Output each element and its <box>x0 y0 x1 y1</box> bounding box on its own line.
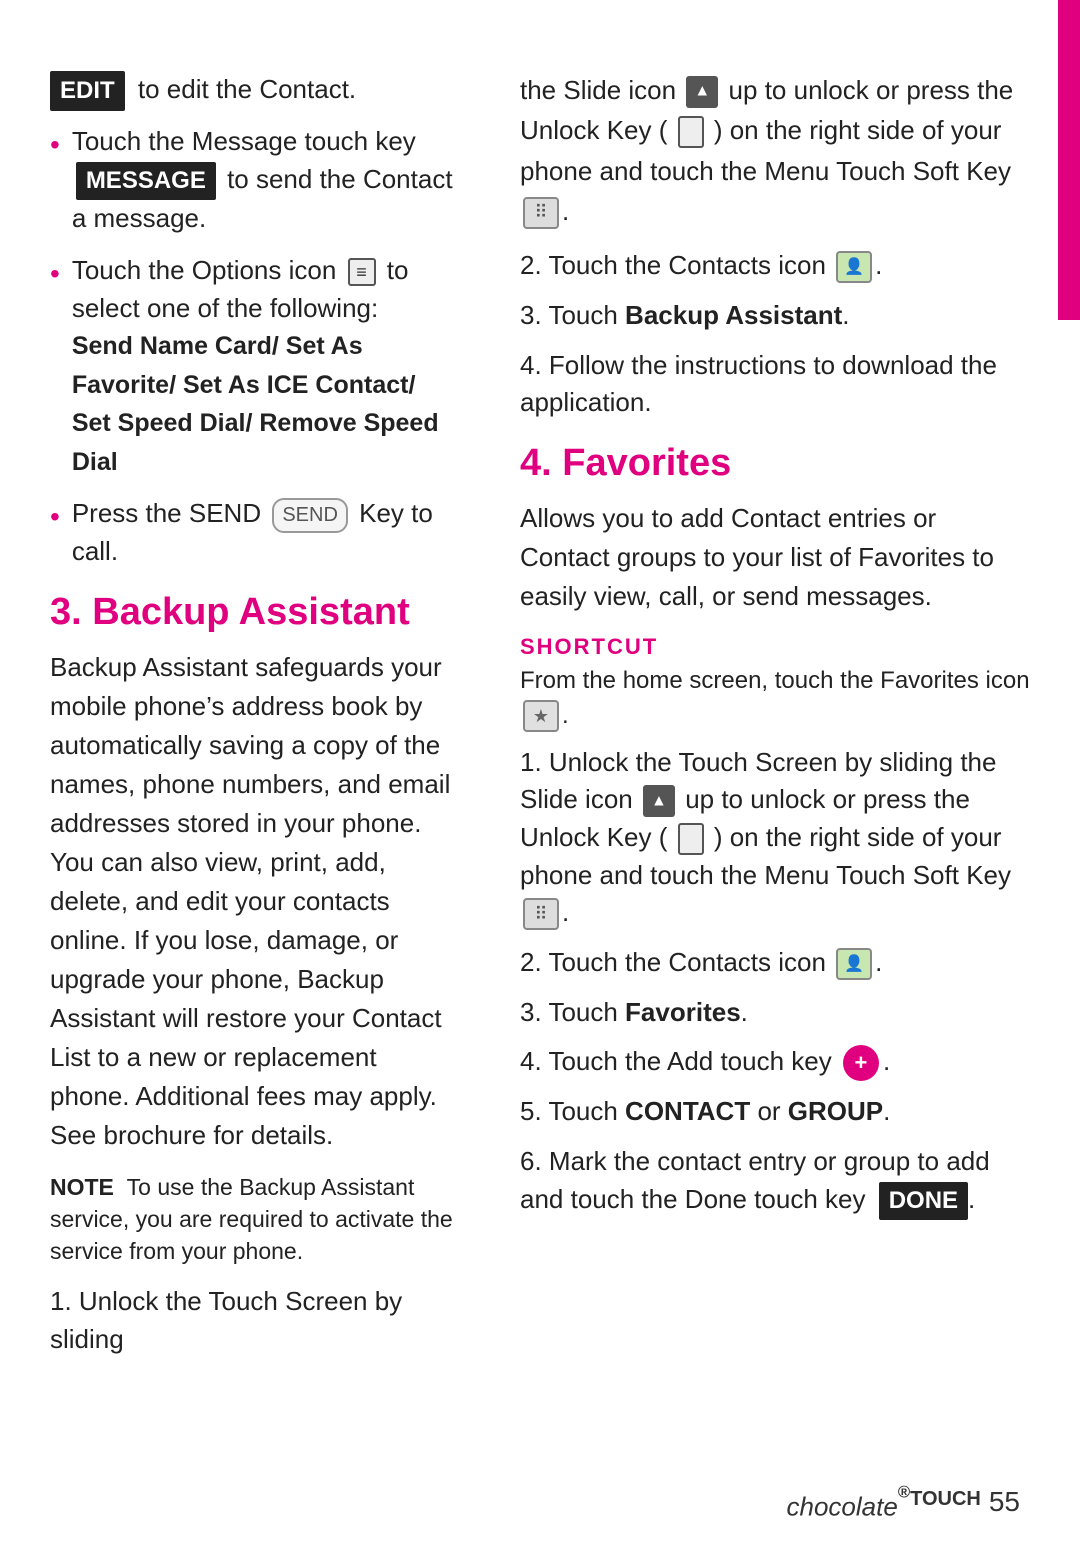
section3-body: Backup Assistant safeguards your mobile … <box>50 648 460 1155</box>
num-list-item: 3. Touch Favorites. <box>520 994 1030 1032</box>
step4-text: 4. Follow the instructions to download t… <box>520 347 1030 422</box>
send-bullet-text: Press the SEND SEND Key to call. <box>72 495 460 570</box>
note-label: NOTE <box>50 1174 114 1200</box>
num-list-item: 2. Touch the Contacts icon . <box>520 247 1030 285</box>
fav-step2-text: 2. Touch the Contacts icon . <box>520 944 1030 982</box>
edit-badge: EDIT <box>50 71 125 111</box>
group-bold: GROUP <box>788 1096 883 1126</box>
fav-step6-text: 6. Mark the contact entry or group to ad… <box>520 1143 1030 1220</box>
send-icon: SEND <box>272 498 348 533</box>
fav-step1-text: 1. Unlock the Touch Screen by sliding th… <box>520 744 1030 932</box>
left-column: EDIT to edit the Contact. • Touch the Me… <box>0 40 490 1401</box>
bullet-dot: • <box>50 125 60 166</box>
section4-body: Allows you to add Contact entries or Con… <box>520 499 1030 616</box>
step1-period: . <box>562 196 569 226</box>
page-number: 55 <box>989 1486 1020 1518</box>
favorites-icon <box>523 700 559 732</box>
edit-suffix: to edit the Contact. <box>131 74 356 104</box>
num-list-item: 3. Touch Backup Assistant. <box>520 297 1030 335</box>
favorites-bold: Favorites <box>625 997 741 1027</box>
shortcut-heading: SHORTCUT <box>520 634 1030 660</box>
page-container: EDIT to edit the Contact. • Touch the Me… <box>0 0 1080 1552</box>
contact-bold: CONTACT <box>625 1096 750 1126</box>
message-badge: MESSAGE <box>76 162 216 201</box>
bullet-dot: • <box>50 254 60 295</box>
unlock-key-icon-fav <box>678 823 704 855</box>
num-list-item: 5. Touch CONTACT or GROUP. <box>520 1093 1030 1131</box>
list-item: • Touch the Options icon to select one o… <box>50 252 460 481</box>
fav-step3-text: 3. Touch Favorites. <box>520 994 1030 1032</box>
fav-step4-text: 4. Touch the Add touch key . <box>520 1043 1030 1081</box>
section3-heading: 3. Backup Assistant <box>50 591 460 634</box>
slide-icon <box>686 76 718 108</box>
step1-continuation: the Slide icon up to unlock or press the… <box>520 70 1030 231</box>
right-border-accent <box>1058 0 1080 320</box>
favorites-steps: 1. Unlock the Touch Screen by sliding th… <box>520 744 1030 1221</box>
contacts-icon <box>836 251 872 283</box>
backup-assistant-bold: Backup Assistant <box>625 300 842 330</box>
note-box: NOTE To use the Backup Assistant service… <box>50 1171 460 1268</box>
options-icon <box>348 258 376 286</box>
num-list-item: 4. Follow the instructions to download t… <box>520 347 1030 422</box>
step3-text: 3. Touch Backup Assistant. <box>520 297 1030 335</box>
menu-soft-key-icon-fav <box>523 898 559 930</box>
step1-left-text: 1. Unlock the Touch Screen by sliding <box>50 1283 460 1358</box>
slide-icon-fav <box>643 785 675 817</box>
edit-line: EDIT to edit the Contact. <box>50 70 460 111</box>
options-bold-list: Send Name Card/ Set As Favorite/ Set As … <box>72 332 439 476</box>
num-list-item: 1. Unlock the Touch Screen by sliding th… <box>520 744 1030 932</box>
options-bullet-text: Touch the Options icon to select one of … <box>72 252 460 481</box>
num-list-item: 1. Unlock the Touch Screen by sliding <box>50 1283 460 1358</box>
message-bullet-text: Touch the Message touch key MESSAGE to s… <box>72 123 460 238</box>
right-column: the Slide icon up to unlock or press the… <box>490 40 1080 1401</box>
brand-touch: ®TOUCH <box>898 1488 981 1510</box>
menu-soft-key-icon <box>523 197 559 229</box>
num-list-item: 6. Mark the contact entry or group to ad… <box>520 1143 1030 1220</box>
shortcut-text: From the home screen, touch the Favorite… <box>520 664 1030 734</box>
backup-steps-left: 1. Unlock the Touch Screen by sliding <box>50 1283 460 1358</box>
list-item: • Touch the Message touch key MESSAGE to… <box>50 123 460 238</box>
two-column-layout: EDIT to edit the Contact. • Touch the Me… <box>0 40 1080 1401</box>
bullet-dot: • <box>50 497 60 538</box>
fav-step5-text: 5. Touch CONTACT or GROUP. <box>520 1093 1030 1131</box>
num-list-item: 2. Touch the Contacts icon . <box>520 944 1030 982</box>
list-item: • Press the SEND SEND Key to call. <box>50 495 460 570</box>
contacts-icon-fav <box>836 948 872 980</box>
brand-name: chocolate®TOUCH <box>787 1483 981 1522</box>
bullet-list: • Touch the Message touch key MESSAGE to… <box>50 123 460 571</box>
unlock-key-icon <box>678 116 704 148</box>
step1-cont-text: the Slide icon <box>520 75 683 105</box>
num-list-item: 4. Touch the Add touch key . <box>520 1043 1030 1081</box>
section4-heading: 4. Favorites <box>520 442 1030 485</box>
done-badge: DONE <box>879 1182 968 1221</box>
backup-steps-right: 2. Touch the Contacts icon . 3. Touch Ba… <box>520 247 1030 422</box>
footer: chocolate®TOUCH 55 <box>787 1483 1021 1522</box>
add-touch-key-icon <box>843 1045 879 1081</box>
step2-text: 2. Touch the Contacts icon . <box>520 247 1030 285</box>
